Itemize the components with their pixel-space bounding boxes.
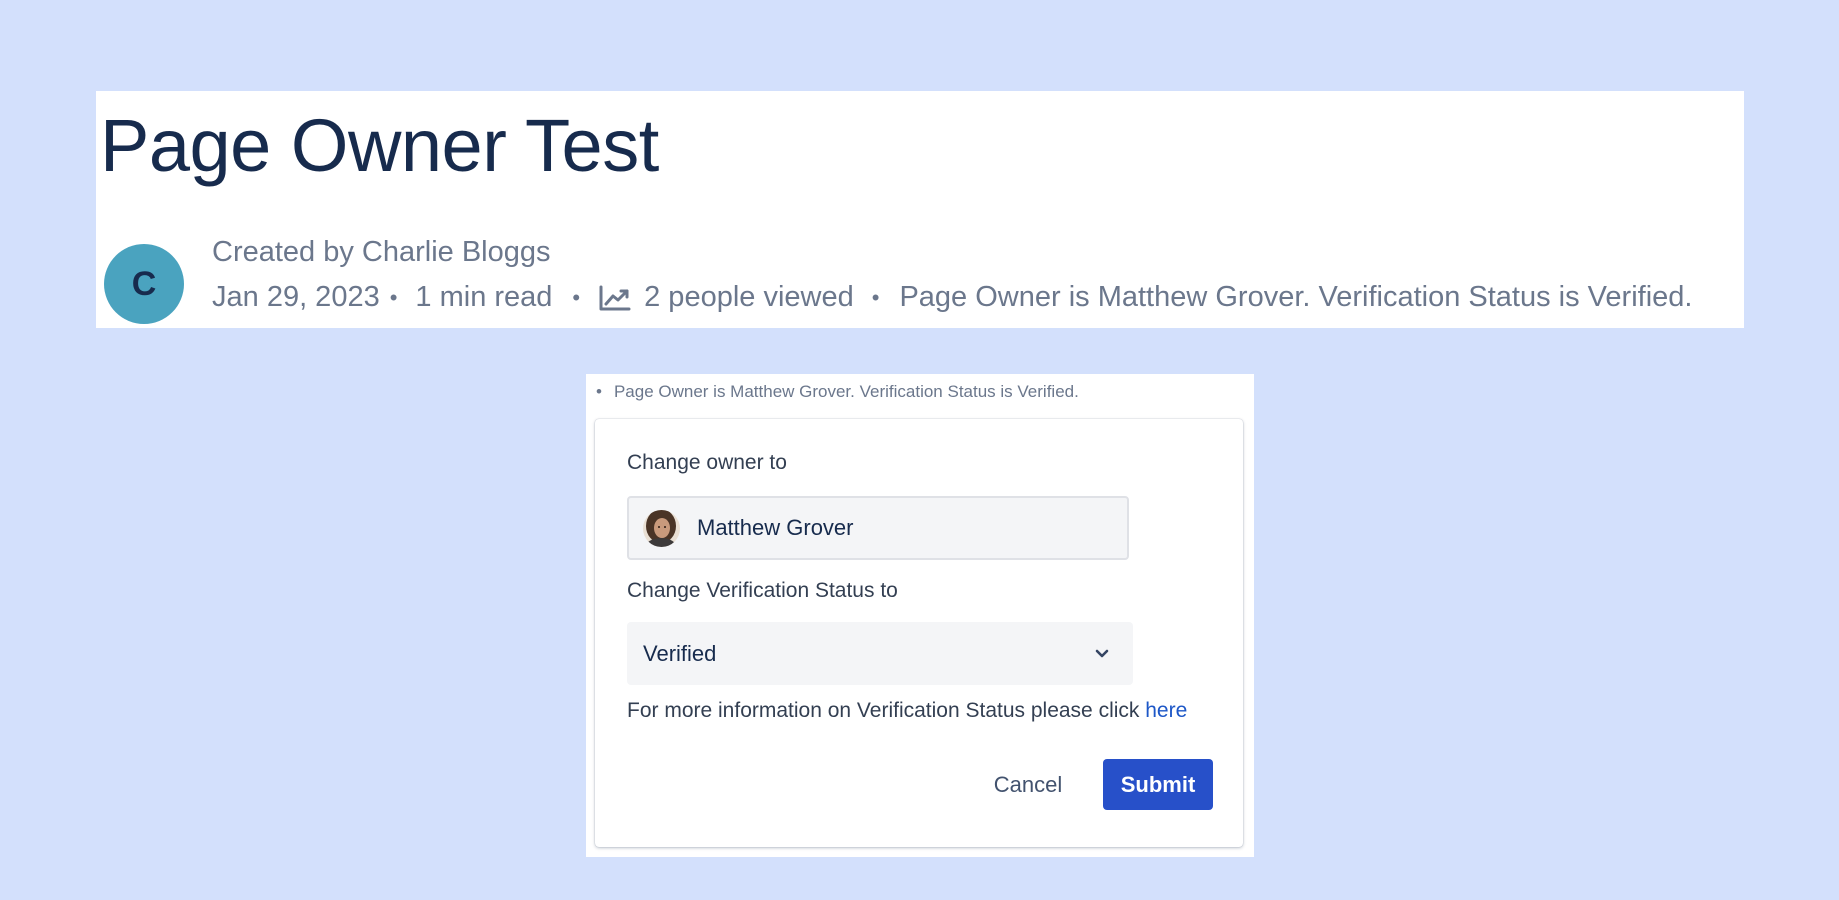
cancel-button[interactable]: Cancel [984, 760, 1072, 810]
owner-dialog-area: • Page Owner is Matthew Grover. Verificat… [586, 374, 1254, 857]
page-title: Page Owner Test [100, 104, 659, 187]
verification-info-text: For more information on Verification Sta… [627, 699, 1187, 723]
owner-name: Matthew Grover [697, 515, 854, 540]
owner-picker-field[interactable]: Matthew Grover [627, 496, 1129, 560]
people-viewed-link[interactable]: 2 people viewed [644, 281, 854, 314]
created-by-text: Created by Charlie Bloggs [212, 236, 551, 268]
owner-status-summary-text: Page Owner is Matthew Grover. Verificati… [613, 382, 1079, 401]
owner-field-label: Change owner to [627, 451, 787, 474]
page-meta-row: Jan 29, 2023 • 1 min read • 2 people vie… [212, 281, 1692, 314]
meta-separator: • [871, 284, 880, 310]
info-here-link[interactable]: here [1145, 699, 1187, 722]
info-text: For more information on Verification Sta… [627, 699, 1140, 722]
author-avatar[interactable]: C [104, 244, 184, 324]
change-owner-dialog: Change owner to Matthew Grover Change Ve… [595, 419, 1243, 847]
meta-separator: • [389, 284, 398, 310]
chevron-down-icon [1091, 643, 1113, 665]
meta-separator: • [572, 284, 581, 310]
created-date: Jan 29, 2023 [212, 281, 380, 313]
status-selected-value: Verified [643, 640, 717, 666]
page-owner-status-link[interactable]: Page Owner is Matthew Grover. Verificati… [899, 281, 1692, 314]
read-time: 1 min read [415, 281, 553, 313]
author-avatar-initial: C [131, 264, 157, 303]
line-chart-icon [598, 284, 632, 312]
submit-button[interactable]: Submit [1103, 759, 1213, 810]
status-field-label: Change Verification Status to [627, 579, 898, 602]
owner-status-summary: • Page Owner is Matthew Grover. Verificat… [596, 382, 1079, 402]
verification-status-select[interactable]: Verified [627, 622, 1133, 685]
user-avatar [643, 509, 680, 547]
bullet-separator: • [596, 382, 602, 401]
page-header: Page Owner Test C Created by Charlie Blo… [96, 91, 1744, 328]
